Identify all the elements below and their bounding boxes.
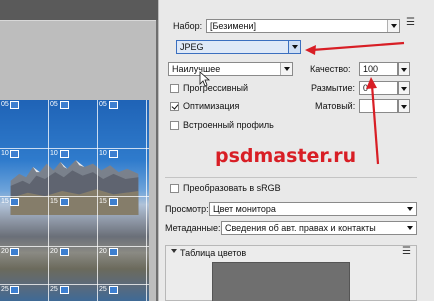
arrow-to-quality [370, 84, 380, 165]
save-for-web-dialog: 05 05 05 10 10 10 15 15 15 20 20 20 25 2… [0, 0, 434, 301]
annotation-arrows [305, 41, 405, 165]
mouse-cursor-icon [199, 71, 211, 87]
arrowhead-icon [366, 77, 377, 89]
arrowhead-icon [305, 45, 316, 55]
arrow-to-format [311, 41, 405, 52]
